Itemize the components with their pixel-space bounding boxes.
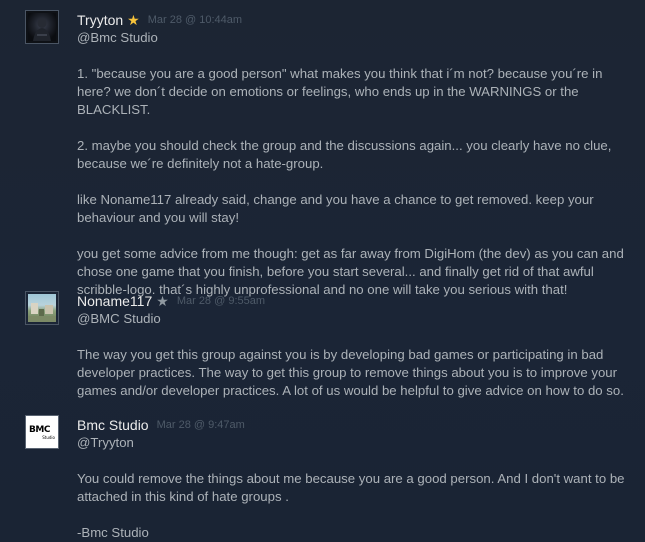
comment-body: @BMC Studio The way you get this group a… [77,310,637,400]
star-icon: ★ [127,11,140,28]
comment-paragraph: like Noname117 already said, change and … [77,192,594,225]
user-avatar-bmc-studio[interactable]: BMC Studio [25,415,59,449]
bmc-logo-avatar-icon: BMC Studio [28,418,56,446]
comment-noname117: Noname117 ★ Mar 28 @ 9:55am @BMC Studio … [0,291,645,401]
landscape-avatar-icon [28,294,56,322]
avatar-logo-subtext: Studio [42,435,55,440]
author-name[interactable]: Tryyton [77,12,123,28]
comment-body: @Bmc Studio 1. "because you are a good p… [77,29,637,299]
comment-paragraph: 1. "because you are a good person" what … [77,66,603,117]
mention: @Tryyton [77,435,134,450]
user-avatar-tryyton[interactable] [25,10,59,44]
user-avatar-noname117[interactable] [25,291,59,325]
comment-header: Noname117 ★ Mar 28 @ 9:55am [77,291,265,311]
avatar-logo-text: BMC [29,425,50,435]
star-icon: ★ [156,292,169,309]
comment-timestamp: Mar 28 @ 10:44am [147,14,243,26]
dark-figure-avatar-icon [28,13,56,41]
comment-paragraph: You could remove the things about me bec… [77,471,625,504]
comment-paragraph: The way you get this group against you i… [77,347,624,398]
comment-header: Tryyton ★ Mar 28 @ 10:44am [77,10,242,30]
mention: @BMC Studio [77,311,161,326]
comment-timestamp: Mar 28 @ 9:47am [156,419,245,431]
discussion-thread: Tryyton ★ Mar 28 @ 10:44am @Bmc Studio 1… [0,0,645,542]
comment-body: @Tryyton You could remove the things abo… [77,434,637,542]
author-name[interactable]: Noname117 [77,293,152,309]
mention: @Bmc Studio [77,30,158,45]
comment-timestamp: Mar 28 @ 9:55am [176,295,266,307]
comment-header: Bmc Studio Mar 28 @ 9:47am [77,415,245,435]
comment-bmc-studio: BMC Studio Bmc Studio Mar 28 @ 9:47am @T… [0,415,645,540]
comment-paragraph: 2. maybe you should check the group and … [77,138,612,171]
comment-signature: -Bmc Studio [77,525,149,540]
author-name[interactable]: Bmc Studio [77,417,149,433]
comment-tryyton: Tryyton ★ Mar 28 @ 10:44am @Bmc Studio 1… [0,10,645,297]
